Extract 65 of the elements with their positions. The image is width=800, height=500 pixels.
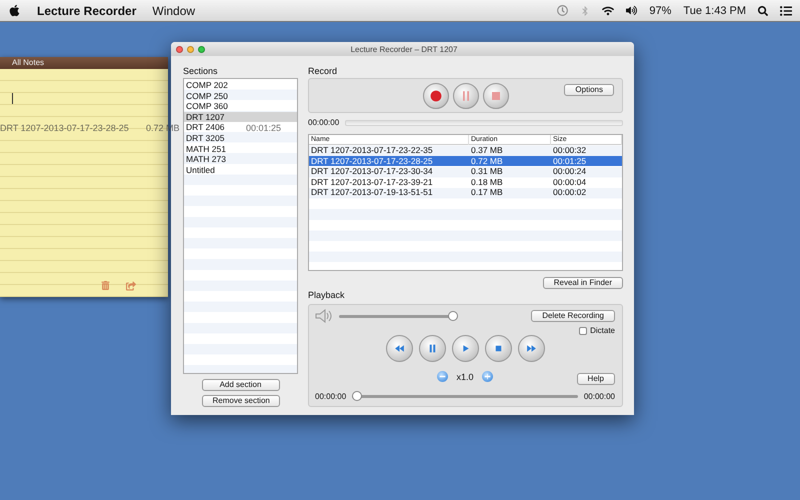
record-label: Record <box>308 66 338 76</box>
pause-button[interactable] <box>418 335 446 362</box>
recording-row[interactable]: DRT 1207-2013-07-17-23-28-25 0.72 MB 00:01:25 <box>309 156 622 166</box>
help-button[interactable]: Help <box>576 373 615 385</box>
section-item[interactable]: MATH 273 <box>186 154 226 164</box>
recording-row[interactable]: DRT 1207-2013-07-17-23-22-35 0.37 MB 00:00:32 <box>309 145 622 156</box>
share-icon[interactable] <box>126 281 136 291</box>
section-item[interactable]: DRT 3205 <box>186 132 224 143</box>
close-button[interactable] <box>176 46 183 52</box>
speed-value: x1.0 <box>456 372 474 382</box>
fast-forward-button[interactable] <box>518 335 544 362</box>
trash-icon[interactable] <box>101 281 110 290</box>
add-section-button[interactable]: Add section <box>202 379 280 391</box>
section-item[interactable]: Untitled <box>186 164 215 175</box>
speaker-icon <box>315 309 333 323</box>
rewind-button[interactable] <box>386 335 412 362</box>
menu-item[interactable]: Window <box>152 4 196 18</box>
delete-recording-button[interactable]: Delete Recording <box>531 310 615 322</box>
section-item[interactable]: COMP 202 <box>186 80 228 90</box>
zoom-button[interactable] <box>198 46 205 52</box>
window-title: Lecture Recorder – DRT 1207 <box>350 44 458 54</box>
dragged-recording-size: 00:01:25 <box>246 123 282 133</box>
position-start-time: 00:00:00 <box>315 392 346 401</box>
rewind-icon <box>394 343 404 354</box>
list-icon[interactable] <box>780 4 792 16</box>
recording-row[interactable]: DRT 1207-2013-07-17-23-30-34 0.31 MB 00:00:24 <box>309 166 622 177</box>
record-time: 00:00:00 <box>308 118 340 127</box>
apple-icon[interactable] <box>8 4 21 17</box>
menu-app-name[interactable]: Lecture Recorder <box>37 4 136 18</box>
stop-button[interactable] <box>484 335 512 362</box>
faster-button[interactable] <box>482 371 492 382</box>
section-item[interactable]: MATH 251 <box>186 144 226 154</box>
sections-label: Sections <box>183 66 219 76</box>
stop-icon <box>490 90 500 100</box>
bluetooth-icon[interactable] <box>580 6 590 16</box>
fast-forward-icon <box>526 343 536 354</box>
pause-button[interactable] <box>452 82 478 108</box>
section-item[interactable]: DRT 2406 <box>186 122 224 132</box>
search-icon[interactable] <box>758 6 768 16</box>
play-button[interactable] <box>452 335 478 362</box>
menu-clock[interactable]: Tue 1:43 PM <box>683 4 746 16</box>
dictate-checkbox[interactable]: Dictate <box>579 326 615 335</box>
volume-icon[interactable] <box>626 5 638 16</box>
section-item[interactable]: COMP 360 <box>186 101 228 112</box>
recording-row[interactable]: DRT 1207-2013-07-17-23-39-21 0.18 MB 00:00:04 <box>309 176 622 188</box>
remove-section-button[interactable]: Remove section <box>202 395 280 407</box>
wifi-icon[interactable] <box>602 4 614 16</box>
dragged-recording-name: DRT 1207-2013-07-17-23-28-25 <box>0 123 129 133</box>
minimize-button[interactable] <box>187 46 194 52</box>
battery-percentage[interactable]: 97% <box>649 4 672 16</box>
notes-title: All Notes <box>0 57 168 69</box>
recording-row[interactable]: DRT 1207-2013-07-19-13-51-51 0.17 MB 00:00:02 <box>309 187 622 198</box>
slower-button[interactable] <box>437 371 448 382</box>
minus-icon <box>439 373 446 380</box>
plus-icon <box>484 373 490 380</box>
stop-button[interactable] <box>482 82 508 108</box>
record-button[interactable] <box>422 82 448 108</box>
section-item[interactable]: COMP 250 <box>186 90 228 101</box>
playback-label: Playback <box>308 290 346 300</box>
position-end-time: 00:00:00 <box>584 392 615 401</box>
text-cursor <box>12 93 13 104</box>
options-button[interactable]: Options <box>564 84 614 96</box>
reveal-in-finder-button[interactable]: Reveal in Finder <box>542 277 623 289</box>
clock-icon[interactable] <box>557 5 568 16</box>
record-icon <box>430 90 442 102</box>
